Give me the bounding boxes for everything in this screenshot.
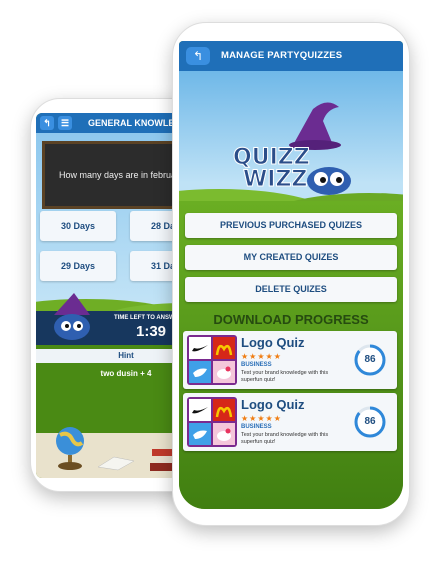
- download-item[interactable]: Logo Quiz ★★★★★ BUSINESS Test your brand…: [183, 331, 397, 389]
- logo-quiz-app-icon: [187, 397, 237, 447]
- quiz-description: Test your brand knowledge with this supe…: [241, 432, 329, 445]
- quiz-name: Logo Quiz: [241, 397, 305, 412]
- manage-quizzes-screen: ↰ MANAGE PARTYQUIZZES QUIZZ WIZZ PREVIOU…: [179, 41, 403, 509]
- rating-stars: ★★★★★: [241, 414, 282, 423]
- progress-ring: 86: [353, 405, 387, 439]
- quiz-category: BUSINESS: [241, 362, 272, 368]
- quiz-description: Test your brand knowledge with this supe…: [241, 370, 329, 383]
- progress-value: 86: [364, 416, 376, 427]
- kitty-icon: [213, 361, 235, 383]
- mascot-eyes-icon: [307, 167, 351, 195]
- previous-purchased-quizes-button[interactable]: PREVIOUS PURCHASED QUIZES: [185, 213, 397, 238]
- bird-icon: [189, 361, 211, 383]
- page-title: MANAGE PARTYQUIZZES: [221, 50, 343, 61]
- kitty-icon: [213, 423, 235, 445]
- menu-icon[interactable]: ☰: [58, 116, 72, 130]
- rating-stars: ★★★★★: [241, 352, 282, 361]
- foreground-phone: ↰ MANAGE PARTYQUIZZES QUIZZ WIZZ PREVIOU…: [172, 22, 410, 526]
- answer-button-1[interactable]: 30 Days: [40, 211, 116, 241]
- answer-button-3[interactable]: 29 Days: [40, 251, 116, 281]
- logo-quiz-app-icon: [187, 335, 237, 385]
- logo-line-2: WIZZ: [242, 167, 308, 193]
- quiz-category: BUSINESS: [241, 424, 272, 430]
- my-created-quizes-button[interactable]: MY CREATED QUIZES: [185, 245, 397, 270]
- arches-icon: [213, 337, 235, 359]
- back-arrow-icon[interactable]: ↰: [186, 47, 210, 65]
- quiz-name: Logo Quiz: [241, 335, 305, 350]
- progress-ring: 86: [353, 343, 387, 377]
- download-progress-heading: DOWNLOAD PROGRESS: [213, 312, 369, 327]
- bird-icon: [189, 423, 211, 445]
- quizzwizz-logo: QUIZZ WIZZ: [229, 101, 359, 201]
- swoosh-icon: [189, 399, 211, 421]
- swoosh-icon: [189, 337, 211, 359]
- wizard-mascot-icon: [54, 293, 90, 340]
- question-text: How many days are in february: [59, 170, 184, 180]
- notebook-icon: [97, 456, 135, 471]
- globe-icon: [56, 427, 84, 470]
- delete-quizes-button[interactable]: DELETE QUIZES: [185, 277, 397, 302]
- download-item[interactable]: Logo Quiz ★★★★★ BUSINESS Test your brand…: [183, 393, 397, 451]
- arches-icon: [213, 399, 235, 421]
- top-bar: ↰ MANAGE PARTYQUIZZES: [179, 41, 403, 71]
- timer-value: 1:39: [136, 323, 167, 340]
- back-arrow-icon[interactable]: ↰: [40, 116, 54, 130]
- progress-value: 86: [364, 354, 376, 365]
- wizard-hat-icon: [289, 102, 341, 150]
